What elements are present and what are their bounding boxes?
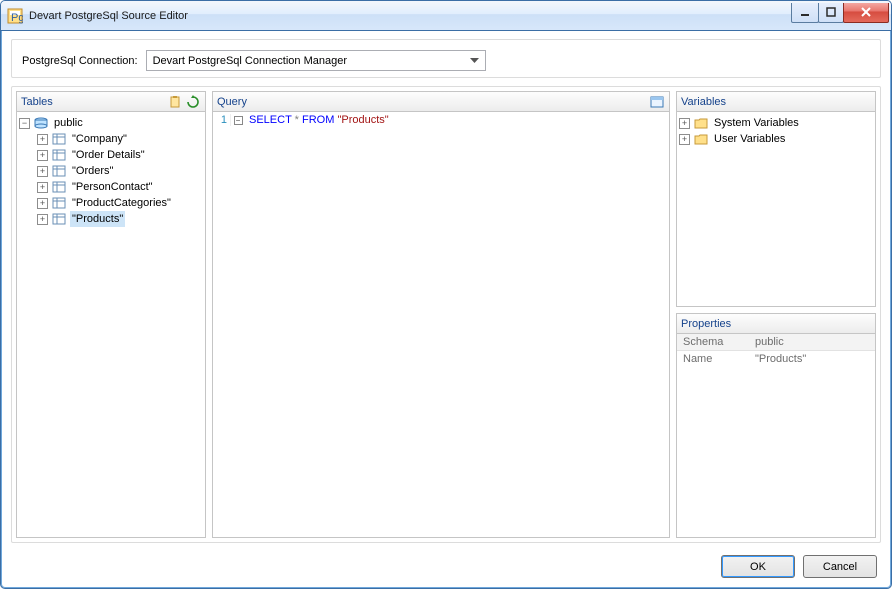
folder-icon <box>693 132 709 146</box>
tree-table-label: "Products" <box>70 211 125 227</box>
tree-table-node[interactable]: + "Products" <box>19 211 203 227</box>
tree-schema-node[interactable]: − public <box>19 115 203 131</box>
fold-gutter[interactable]: − <box>231 114 245 125</box>
app-window: Pg Devart PostgreSql Source Editor Postg… <box>0 0 892 589</box>
expand-icon[interactable]: + <box>37 150 48 161</box>
property-value: "Products" <box>755 353 806 365</box>
sql-icon[interactable] <box>649 94 665 110</box>
query-panel: Query 1 − SELECT * <box>212 91 670 538</box>
tree-table-node[interactable]: + "ProductCategories" <box>19 195 203 211</box>
table-icon <box>51 132 67 146</box>
tree-table-label: "Company" <box>70 131 129 147</box>
window-buttons <box>792 3 889 23</box>
table-icon <box>51 148 67 162</box>
variables-tree[interactable]: + System Variables + User Variables <box>677 112 875 306</box>
content-area: PostgreSql Connection: Devart PostgreSql… <box>1 31 891 588</box>
table-icon <box>51 180 67 194</box>
expand-icon[interactable]: + <box>37 182 48 193</box>
sql-keyword-select: SELECT <box>249 114 292 126</box>
expand-icon[interactable]: + <box>37 166 48 177</box>
schema-icon <box>33 116 49 130</box>
variables-group-label: User Variables <box>712 131 787 147</box>
query-title: Query <box>217 96 247 108</box>
property-key: Schema <box>683 336 755 348</box>
close-icon <box>860 7 872 17</box>
connection-combo[interactable]: Devart PostgreSql Connection Manager <box>146 50 486 71</box>
tree-table-label: "ProductCategories" <box>70 195 173 211</box>
sql-star: * <box>295 114 299 126</box>
tables-title: Tables <box>21 96 53 108</box>
tree-table-label: "Orders" <box>70 163 115 179</box>
svg-text:Pg: Pg <box>11 12 23 24</box>
maximize-icon <box>826 7 836 17</box>
line-number: 1 <box>215 114 231 126</box>
tree-table-label: "Order Details" <box>70 147 147 163</box>
tree-table-node[interactable]: + "Orders" <box>19 163 203 179</box>
variables-group-node[interactable]: + System Variables <box>679 115 873 131</box>
query-editor[interactable]: 1 − SELECT * FROM "Products" <box>213 112 669 537</box>
properties-header: Properties <box>677 314 875 334</box>
cancel-button-label: Cancel <box>823 561 857 573</box>
table-icon <box>51 164 67 178</box>
dialog-footer: OK Cancel <box>11 551 881 578</box>
expand-icon[interactable]: + <box>37 134 48 145</box>
variables-panel: Variables + System Variables + <box>676 91 876 307</box>
table-icon <box>51 212 67 226</box>
expand-icon[interactable]: + <box>679 118 690 129</box>
properties-panel: Properties Schema public Name "Products" <box>676 313 876 538</box>
properties-title: Properties <box>681 318 731 330</box>
property-row[interactable]: Name "Products" <box>677 351 875 367</box>
variables-group-label: System Variables <box>712 115 801 131</box>
tree-table-node[interactable]: + "Company" <box>19 131 203 147</box>
app-icon: Pg <box>7 8 23 24</box>
window-title: Devart PostgreSql Source Editor <box>29 10 792 22</box>
refresh-icon[interactable] <box>185 94 201 110</box>
variables-header: Variables <box>677 92 875 112</box>
property-value: public <box>755 336 784 348</box>
folder-icon <box>693 116 709 130</box>
tables-panel: Tables − <box>16 91 206 538</box>
sql-keyword-from: FROM <box>302 114 334 126</box>
query-header: Query <box>213 92 669 112</box>
clipboard-icon[interactable] <box>167 94 183 110</box>
properties-grid: Schema public Name "Products" <box>677 334 875 537</box>
connection-combo-value: Devart PostgreSql Connection Manager <box>153 55 347 67</box>
maximize-button[interactable] <box>818 3 844 23</box>
tree-table-node[interactable]: + "Order Details" <box>19 147 203 163</box>
table-icon <box>51 196 67 210</box>
right-column: Variables + System Variables + <box>676 91 876 538</box>
close-button[interactable] <box>843 3 889 23</box>
tree-table-label: "PersonContact" <box>70 179 155 195</box>
minimize-button[interactable] <box>791 3 819 23</box>
sql-text[interactable]: SELECT * FROM "Products" <box>245 114 389 126</box>
tables-header: Tables <box>17 92 205 112</box>
connection-label: PostgreSql Connection: <box>18 55 138 67</box>
cancel-button[interactable]: Cancel <box>803 555 877 578</box>
expand-icon[interactable]: + <box>37 214 48 225</box>
variables-title: Variables <box>681 96 726 108</box>
expand-icon[interactable]: + <box>679 134 690 145</box>
property-row[interactable]: Schema public <box>677 334 875 351</box>
collapse-icon[interactable]: − <box>19 118 30 129</box>
titlebar[interactable]: Pg Devart PostgreSql Source Editor <box>1 1 891 31</box>
chevron-down-icon <box>466 52 483 69</box>
minimize-icon <box>800 7 810 17</box>
sql-string: "Products" <box>337 114 388 126</box>
ok-button-label: OK <box>750 561 766 573</box>
tree-schema-label: public <box>52 115 85 131</box>
main-area: Tables − <box>11 86 881 543</box>
variables-group-node[interactable]: + User Variables <box>679 131 873 147</box>
fold-collapse-icon[interactable]: − <box>234 116 243 125</box>
tree-table-node[interactable]: + "PersonContact" <box>19 179 203 195</box>
ok-button[interactable]: OK <box>721 555 795 578</box>
tables-tree[interactable]: − public + "Company" + <box>17 112 205 537</box>
expand-icon[interactable]: + <box>37 198 48 209</box>
property-key: Name <box>683 353 755 365</box>
connection-panel: PostgreSql Connection: Devart PostgreSql… <box>11 39 881 78</box>
